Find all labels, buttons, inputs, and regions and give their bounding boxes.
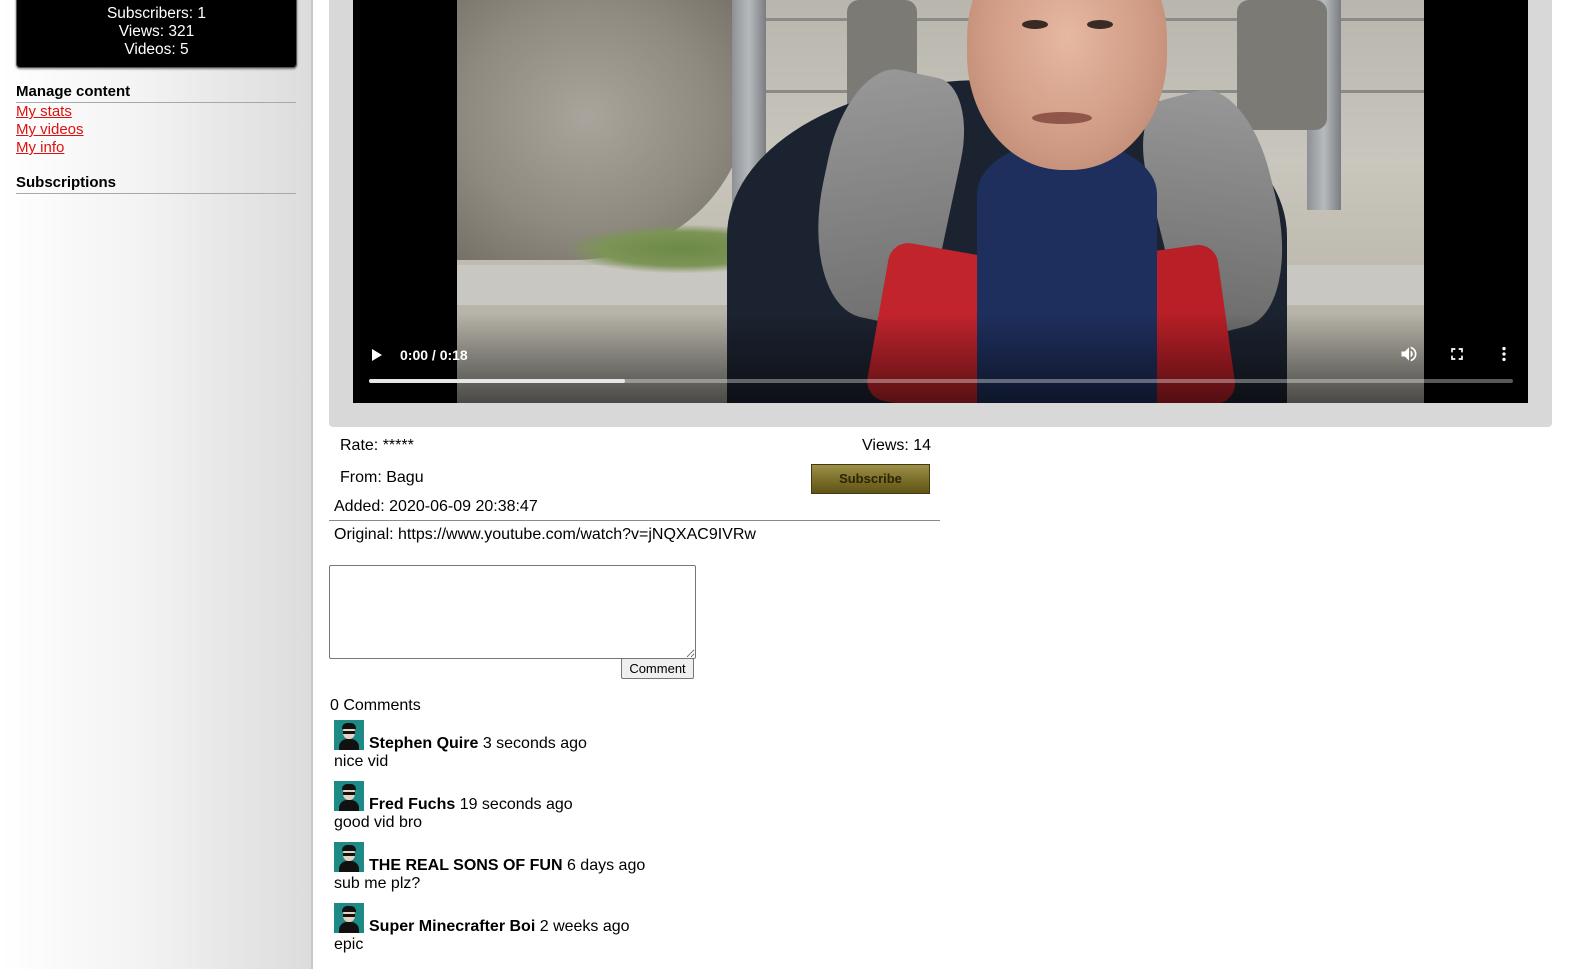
original-url: Original: https://www.youtube.com/watch?… bbox=[334, 526, 756, 543]
avatar[interactable] bbox=[334, 903, 364, 933]
added-date: Added: 2020-06-09 20:38:47 bbox=[334, 498, 538, 515]
my-stats-link[interactable]: My stats bbox=[16, 103, 84, 121]
subscribe-button[interactable]: Subscribe bbox=[811, 464, 930, 494]
manage-content-links: My stats My videos My info bbox=[16, 103, 84, 157]
comment-author[interactable]: Super Minecrafter Boi bbox=[369, 918, 535, 935]
fullscreen-icon[interactable] bbox=[1447, 344, 1467, 364]
comments-count: 0 Comments bbox=[330, 697, 421, 714]
divider bbox=[329, 520, 940, 521]
comment-meta: Super Minecrafter Boi 2 weeks ago bbox=[369, 918, 630, 936]
comment-text: sub me plz? bbox=[334, 875, 421, 892]
page: Subscribers: 1 Views: 321 Videos: 5 Mana… bbox=[0, 0, 1586, 969]
videos-count: Videos: 5 bbox=[124, 41, 189, 58]
comment-text: epic bbox=[334, 936, 364, 953]
comment-time: 19 seconds ago bbox=[459, 796, 573, 813]
buffered-progress bbox=[369, 379, 626, 383]
comment-meta: Stephen Quire 3 seconds ago bbox=[369, 735, 587, 753]
channel-stats-box: Subscribers: 1 Views: 321 Videos: 5 bbox=[16, 0, 297, 68]
comment-author[interactable]: Fred Fuchs bbox=[369, 796, 455, 813]
subscriptions-heading: Subscriptions bbox=[16, 174, 296, 194]
comment-meta: Fred Fuchs 19 seconds ago bbox=[369, 796, 573, 814]
uploader: From: Bagu bbox=[340, 469, 424, 486]
rating: Rate: ***** bbox=[340, 437, 414, 454]
play-icon[interactable] bbox=[372, 349, 382, 361]
comment-author[interactable]: THE REAL SONS OF FUN bbox=[369, 857, 563, 874]
progress-bar[interactable] bbox=[369, 379, 1513, 383]
my-info-link[interactable]: My info bbox=[16, 139, 84, 157]
controls-overlay bbox=[353, 313, 1528, 403]
comment-meta: THE REAL SONS OF FUN 6 days ago bbox=[369, 857, 645, 875]
comment-text: nice vid bbox=[334, 753, 389, 770]
subscribers-count: Subscribers: 1 bbox=[106, 5, 207, 22]
views-count: Views: 321 bbox=[118, 23, 195, 40]
playback-time: 0:00 / 0:18 bbox=[400, 347, 468, 363]
more-options-icon[interactable] bbox=[1494, 344, 1514, 364]
my-videos-link[interactable]: My videos bbox=[16, 121, 84, 139]
manage-content-heading: Manage content bbox=[16, 83, 296, 103]
volume-icon[interactable] bbox=[1399, 344, 1419, 364]
video-frame: 0:00 / 0:18 bbox=[329, 0, 1552, 427]
comment-button[interactable]: Comment bbox=[621, 658, 694, 679]
avatar[interactable] bbox=[334, 781, 364, 811]
avatar[interactable] bbox=[334, 720, 364, 750]
comment-time: 3 seconds ago bbox=[482, 735, 587, 752]
comment-time: 6 days ago bbox=[566, 857, 646, 874]
comment-author[interactable]: Stephen Quire bbox=[369, 735, 478, 752]
sidebar: Subscribers: 1 Views: 321 Videos: 5 Mana… bbox=[0, 0, 313, 969]
video-player[interactable]: 0:00 / 0:18 bbox=[353, 0, 1528, 403]
comment-time: 2 weeks ago bbox=[539, 918, 630, 935]
comment-input[interactable] bbox=[329, 565, 696, 659]
avatar[interactable] bbox=[334, 842, 364, 872]
comment-text: good vid bro bbox=[334, 814, 423, 831]
video-views: Views: 14 bbox=[862, 437, 932, 454]
